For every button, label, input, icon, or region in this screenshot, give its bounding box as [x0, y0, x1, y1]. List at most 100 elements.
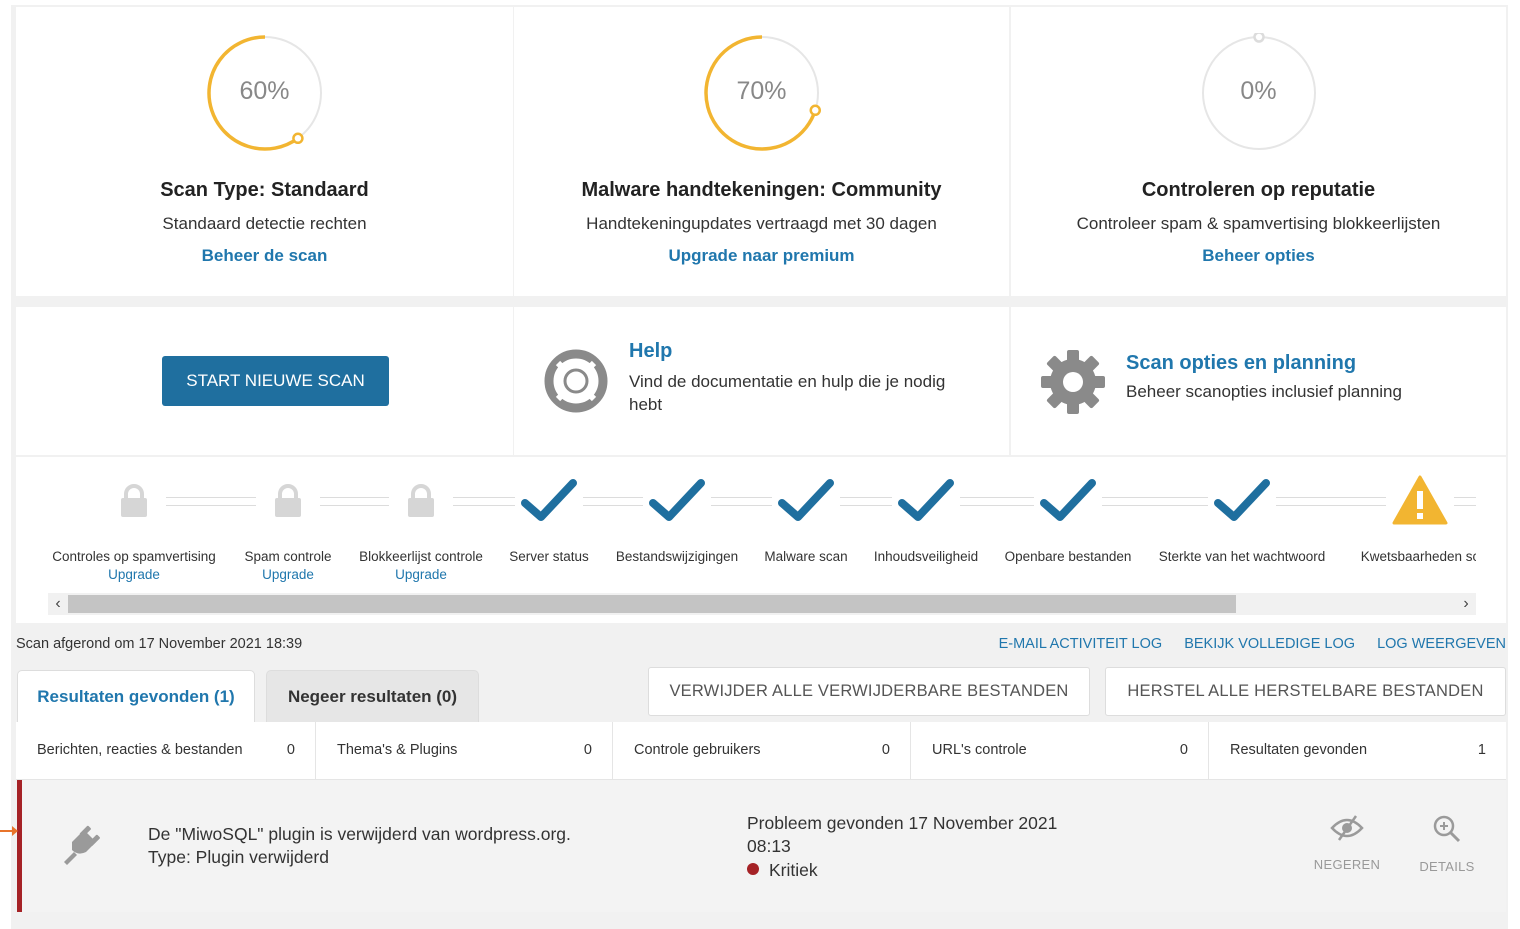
gauge-handle: [1252, 33, 1265, 43]
count-label: URL's controle: [932, 742, 1027, 758]
horizontal-scrollbar[interactable]: ‹ ›: [48, 593, 1476, 615]
step-connector: [960, 497, 1034, 506]
count-label: Controle gebruikers: [634, 742, 761, 758]
checkmark-icon: [521, 479, 577, 528]
step-connector: [840, 497, 892, 506]
severity-dot: [747, 863, 759, 875]
step-upgrade-link[interactable]: Upgrade: [262, 567, 314, 582]
gauge-percent: 0%: [1240, 77, 1277, 105]
plug-icon: [64, 825, 100, 865]
count-value: 0: [583, 742, 592, 758]
lock-icon: [119, 483, 149, 524]
count-label: Thema's & Plugins: [337, 742, 458, 758]
step-label: Inhoudsveiligheid: [873, 549, 979, 564]
eye-slash-icon: [1330, 815, 1364, 841]
help-link[interactable]: Help: [629, 340, 672, 363]
count-label: Berichten, reacties & bestanden: [37, 742, 243, 758]
arrow-indicator-icon: [0, 826, 18, 836]
lock-icon: [273, 483, 303, 524]
count-themes-plugins[interactable]: Thema's & Plugins 0: [316, 722, 613, 779]
result-found-date: Probleem gevonden 17 November 2021 08:13: [747, 813, 1058, 856]
step-label: Malware scan: [764, 549, 848, 564]
gauge-card-reputation: 0% Controleren op reputatie Controleer s…: [1011, 7, 1506, 296]
gauge-handle: [809, 104, 821, 117]
step-label: Controles op spamvertising: [52, 549, 216, 564]
scan-steps-track: Controles op spamvertising Upgrade Spam co…: [16, 457, 1476, 587]
step-connector: [166, 497, 256, 506]
step-connector: [1454, 497, 1476, 506]
email-activity-log-link[interactable]: E-MAIL ACTIVITEIT LOG: [999, 636, 1163, 652]
step-label: Server status: [509, 549, 589, 564]
card-title: Scan Type: Standaard: [160, 179, 369, 201]
card-title: Malware handtekeningen: Community: [581, 179, 942, 201]
count-value: 0: [881, 742, 890, 758]
step-connector: [320, 497, 389, 506]
step-label: Sterkte van het wachtwoord: [1158, 549, 1326, 564]
step-label: Spam controle: [244, 549, 332, 564]
count-value: 1: [1477, 742, 1486, 758]
gauge-percent: 70%: [736, 77, 787, 105]
log-links: E-MAIL ACTIVITEIT LOG BEKIJK VOLLEDIGE L…: [981, 636, 1506, 652]
ignore-label: NEGEREN: [1313, 857, 1381, 872]
count-url-checks[interactable]: URL's controle 0: [911, 722, 1209, 779]
scan-finished-text: Scan afgerond om 17 November 2021 18:39: [16, 636, 303, 652]
step-connector: [1276, 497, 1386, 506]
count-label: Resultaten gevonden: [1230, 742, 1368, 758]
lifebuoy-icon: [544, 349, 608, 413]
repair-all-button[interactable]: HERSTEL ALLE HERSTELBARE BESTANDEN: [1105, 667, 1506, 716]
card-subtitle: Handtekeningupdates vertraagd met 30 dag…: [586, 214, 937, 233]
scan-schedule-panel: Scan opties en planning Beheer scanoptie…: [1011, 307, 1506, 455]
help-description: Vind de documentatie en hulp die je nodi…: [629, 372, 946, 414]
gauge-card-scan-type: 60% Scan Type: Standaard Standaard detec…: [16, 7, 513, 296]
zoom-in-icon: [1433, 815, 1461, 843]
scan-options-description: Beheer scanopties inclusief planning: [1126, 382, 1402, 401]
scroll-left-arrow-icon[interactable]: ‹: [48, 593, 68, 615]
result-counts: Berichten, reacties & bestanden 0 Thema'…: [16, 722, 1506, 780]
count-value: 0: [286, 742, 295, 758]
delete-all-button[interactable]: VERWIJDER ALLE VERWIJDERBARE BESTANDEN: [648, 667, 1090, 716]
warning-icon: [1392, 475, 1448, 530]
step-connector: [453, 497, 515, 506]
step-label: Kwetsbaarheden sc: [1360, 549, 1476, 564]
step-upgrade-link[interactable]: Upgrade: [108, 567, 160, 582]
details-button[interactable]: DETAILS: [1407, 814, 1487, 874]
card-subtitle: Standaard detectie rechten: [162, 214, 367, 233]
manage-options-link[interactable]: Beheer opties: [1011, 246, 1506, 266]
lock-icon: [406, 483, 436, 524]
scan-steps-panel: Controles op spamvertising Upgrade Spam co…: [16, 457, 1506, 623]
card-subtitle: Controleer spam & spamvertising blokkeer…: [1076, 214, 1441, 233]
upgrade-premium-link[interactable]: Upgrade naar premium: [514, 246, 1009, 266]
count-user-checks[interactable]: Controle gebruikers 0: [613, 722, 911, 779]
ignore-button[interactable]: NEGEREN: [1307, 814, 1387, 872]
tab-ignored-results[interactable]: Negeer resultaten (0): [266, 670, 479, 722]
gear-icon: [1041, 350, 1105, 414]
step-upgrade-link[interactable]: Upgrade: [395, 567, 447, 582]
gauge-percent: 60%: [239, 77, 290, 105]
step-connector: [711, 497, 772, 506]
step-label: Openbare bestanden: [1004, 549, 1132, 564]
step-connector: [583, 497, 643, 506]
scroll-right-arrow-icon[interactable]: ›: [1456, 593, 1476, 615]
severity-label: Kritiek: [769, 860, 818, 880]
step-connector: [1102, 497, 1208, 506]
checkmark-icon: [778, 479, 834, 528]
gauge-handle: [291, 132, 304, 145]
full-log-link[interactable]: BEKIJK VOLLEDIGE LOG: [1184, 636, 1355, 652]
start-new-scan-button[interactable]: START NIEUWE SCAN: [162, 356, 389, 406]
scan-options-link[interactable]: Scan opties en planning: [1126, 352, 1356, 375]
details-label: DETAILS: [1419, 859, 1475, 874]
result-row: De "MiwoSQL" plugin is verwijderd van wo…: [17, 780, 1506, 912]
checkmark-icon: [1040, 479, 1096, 528]
gauge-card-malware-signatures: 70% Malware handtekeningen: Community Ha…: [514, 7, 1009, 296]
checkmark-icon: [649, 479, 705, 528]
count-results-found[interactable]: Resultaten gevonden 1: [1209, 722, 1506, 779]
result-message: De "MiwoSQL" plugin is verwijderd van wo…: [148, 824, 571, 844]
scrollbar-thumb[interactable]: [68, 595, 1236, 613]
step-label: Bestandswijzigingen: [615, 549, 739, 564]
count-posts-comments-files[interactable]: Berichten, reacties & bestanden 0: [16, 722, 316, 779]
manage-scan-link[interactable]: Beheer de scan: [16, 246, 513, 266]
checkmark-icon: [1214, 479, 1270, 528]
log-view-link[interactable]: LOG WEERGEVEN: [1377, 636, 1506, 652]
tab-results-found[interactable]: Resultaten gevonden (1): [17, 670, 255, 724]
help-panel: Help Vind de documentatie en hulp die je…: [514, 307, 1009, 455]
